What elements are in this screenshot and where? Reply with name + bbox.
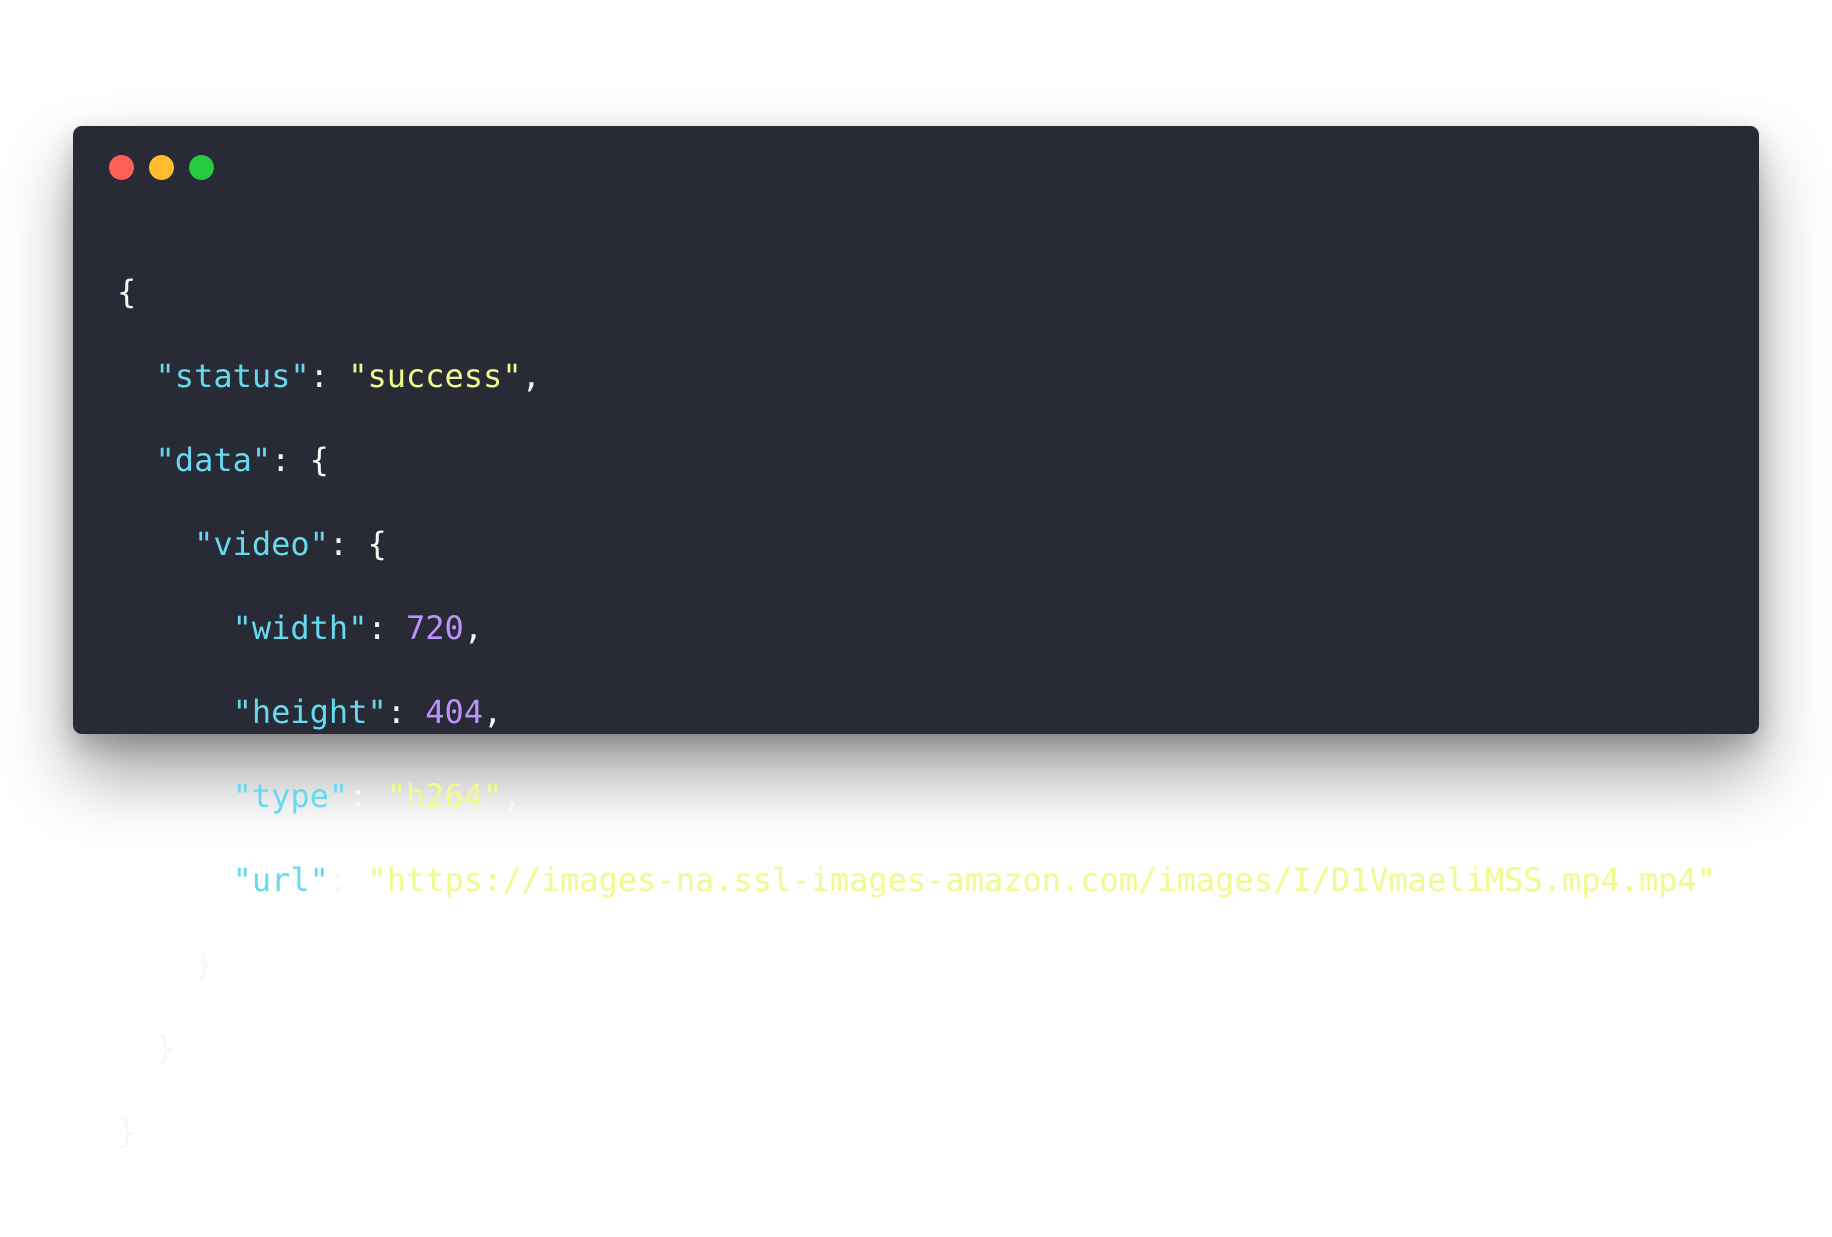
code-line: "width": 720, [232, 609, 484, 647]
close-icon[interactable] [109, 155, 134, 180]
window-controls [109, 155, 229, 180]
open-brace: { [117, 273, 137, 311]
type-value: "h264" [386, 777, 503, 815]
json-code-block: { "status": "success", "data": { "video"… [117, 229, 1716, 1237]
width-key: "width" [232, 609, 368, 647]
data-key: "data" [155, 441, 272, 479]
width-value: 720 [405, 609, 464, 647]
code-line: "height": 404, [232, 693, 503, 731]
close-brace: } [194, 945, 214, 983]
code-line: } [117, 1111, 1716, 1153]
video-key: "video" [194, 525, 329, 563]
type-key: "type" [232, 777, 349, 815]
code-window: { "status": "success", "data": { "video"… [73, 126, 1759, 1151]
code-line: { [117, 271, 1716, 313]
code-line: } [117, 1027, 1716, 1069]
code-line: "type": "h264", [232, 777, 522, 815]
height-value: 404 [425, 693, 484, 731]
close-brace: } [117, 1113, 137, 1151]
height-key: "height" [232, 693, 387, 731]
status-value: "success" [348, 357, 522, 395]
maximize-icon[interactable] [189, 155, 214, 180]
status-key: "status" [155, 357, 310, 395]
url-value: "https://images-na.ssl-images-amazon.com… [367, 861, 1717, 899]
url-key: "url" [232, 861, 329, 899]
minimize-icon[interactable] [149, 155, 174, 180]
code-line: "url": "https://images-na.ssl-images-ama… [232, 861, 1717, 899]
close-brace: } [155, 1029, 175, 1067]
code-line: "status": "success", [155, 357, 541, 395]
code-line: } [117, 943, 1716, 985]
code-line: "data": { [155, 441, 329, 479]
code-line: "video": { [194, 525, 387, 563]
